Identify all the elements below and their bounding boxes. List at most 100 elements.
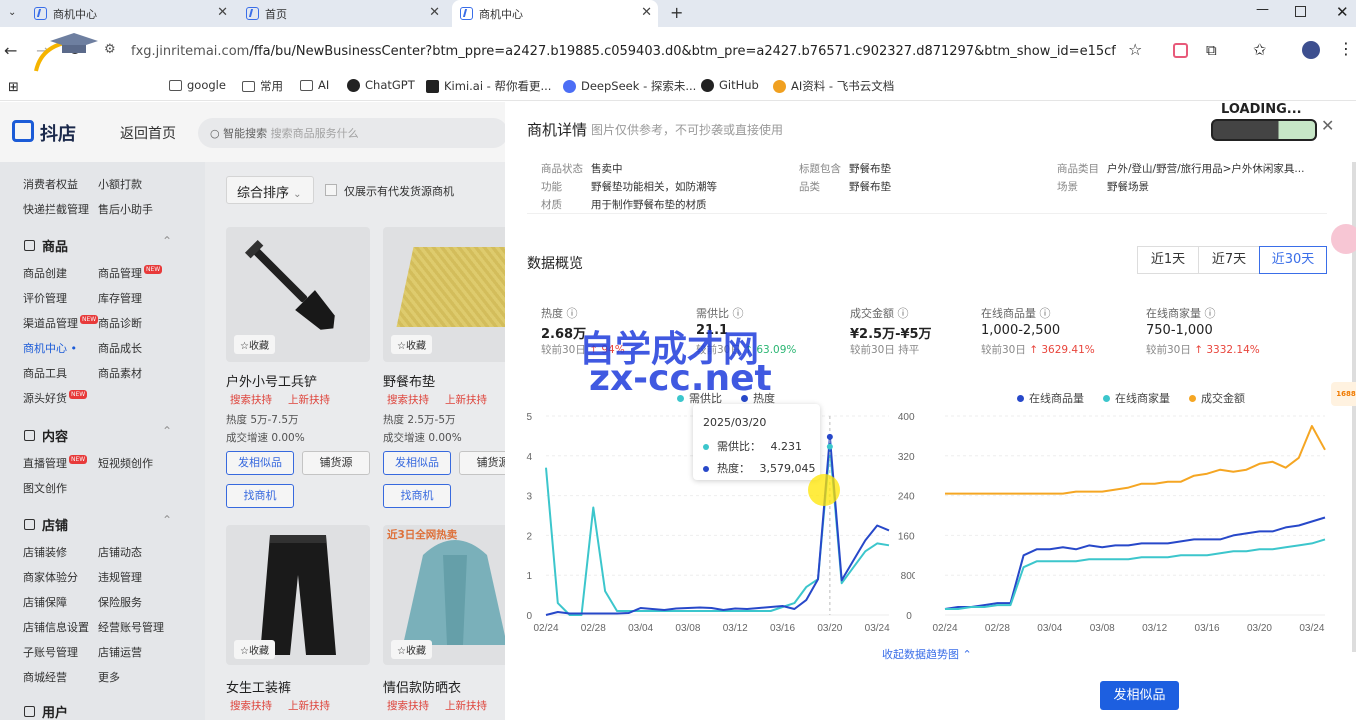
info-icon: ⓘ [898,307,909,320]
x-tick-label: 03/08 [675,623,700,634]
github-icon [701,79,714,92]
overview-title: 数据概览 [527,253,583,273]
range-7-days[interactable]: 近7天 [1198,246,1260,274]
bookmark-ai[interactable]: AI [300,78,329,92]
tab-search-icon[interactable]: ⌄ [8,7,20,19]
profile-avatar[interactable] [1302,41,1320,59]
menu-icon[interactable]: ⋮ [1338,39,1354,58]
x-tick-label: 02/28 [985,623,1010,634]
collapse-trend-link[interactable]: 收起数据趋势图 ⌃ [882,646,972,662]
browser-tab-bar: ⌄ 商机中心 ✕ 首页 ✕ 商机中心 ✕ + — ✕ [0,0,1356,27]
deepseek-icon [563,80,576,93]
url-host: fxg.jinritemai.com [131,44,249,59]
y-tick-label-right: 800 [901,571,915,582]
info-value: 售卖中 [591,161,623,176]
x-tick-label: 02/28 [581,623,606,634]
alibaba-1688-icon[interactable]: 1688 [1331,382,1356,406]
y-tick-label-left: 0 [526,611,532,622]
info-value: 野餐垫功能相关，如防潮等 [591,179,717,194]
legend-swatch [741,395,748,402]
panel-title: 商机详情 [527,119,587,140]
x-tick-label: 03/04 [628,623,653,634]
maximize-icon[interactable] [1295,6,1306,17]
info-value: 用于制作野餐布垫的材质 [591,197,707,212]
back-icon[interactable]: ← [4,41,17,60]
ai-assistant-float-icon[interactable] [1331,224,1356,254]
favorites-icon[interactable]: ✩ [1253,40,1266,59]
bookmark-feishu[interactable]: AI资料 - 飞书云文档 [773,78,894,94]
url-path: /ffa/bu/NewBusinessCenter?btm_ppre=a2427… [249,44,1116,59]
info-label: 场景 [1057,179,1078,194]
bookmark-star-icon[interactable]: ☆ [1128,40,1142,59]
modal-backdrop[interactable] [0,102,505,720]
apps-grid-icon[interactable]: ⊞ [8,80,19,95]
bookmark-kimi[interactable]: Kimi.ai - 帮你看更... [426,78,551,94]
address-bar: ← → ↻ ⚙ fxg.jinritemai.com/ffa/bu/NewBus… [0,27,1356,74]
browser-tab-3-active[interactable]: 商机中心 ✕ [452,0,658,27]
close-panel-icon[interactable]: ✕ [1321,116,1334,135]
legend-swatch [1103,395,1110,402]
metric-compare: 较前30日 ↑ 63.09% [696,342,796,357]
info-icon: ⓘ [733,307,744,320]
loading-badge: LOADING... [1211,102,1317,150]
close-tab-icon[interactable]: ✕ [641,5,652,20]
bookmark-common[interactable]: 常用 [242,78,283,94]
minimize-icon[interactable]: — [1256,2,1269,17]
loading-text: LOADING... [1211,102,1317,117]
metric-compare: 较前30日 持平 [850,342,919,357]
publish-similar-button[interactable]: 发相似品 [1100,681,1179,710]
x-tick-label: 03/12 [723,623,748,634]
info-label: 材质 [541,197,562,212]
x-tick-label: 03/24 [1299,623,1324,634]
legend-swatch [1189,395,1196,402]
folder-icon [242,81,255,92]
x-tick-label: 03/16 [1195,623,1220,634]
x-tick-label: 03/12 [1142,623,1167,634]
info-label: 商品状态 [541,161,583,176]
range-30-days[interactable]: 近30天 [1259,246,1327,274]
tooltip-date: 2025/03/20 [703,416,766,429]
range-1-day[interactable]: 近1天 [1137,246,1199,274]
info-value: 户外/登山/野营/旅行用品>户外休闲家具... [1107,161,1312,176]
close-window-icon[interactable]: ✕ [1336,3,1349,21]
url-field[interactable]: fxg.jinritemai.com/ffa/bu/NewBusinessCen… [131,44,1116,59]
metric-compare: 较前30日 ↑ 3332.14% [1146,342,1260,357]
bookmark-deepseek[interactable]: DeepSeek - 探索未... [563,78,696,94]
chart-tooltip: 2025/03/20 需供比： 4.231 热度： 3,579,045 [693,404,820,480]
new-tab-icon[interactable]: + [670,3,683,22]
opportunity-detail-panel: 商机详情 图片仅供参考，不可抄袭或直接使用 LOADING... ✕ 商品状态 … [505,102,1356,720]
y-tick-label-right: 2400 [898,492,915,503]
shop-favicon-icon [34,7,47,20]
y-tick-label-left: 2 [526,531,532,542]
site-info-icon[interactable]: ⚙ [104,42,116,57]
page: 抖店 返回首页 ○ 智能搜索 搜索商品服务什么 消费者权益 小额打款 快递拦截管… [0,102,1356,720]
close-tab-icon[interactable]: ✕ [429,5,440,20]
mouse-cursor-highlight [808,474,840,506]
bookmark-chatgpt[interactable]: ChatGPT [347,78,415,92]
x-tick-label: 03/08 [1090,623,1115,634]
extension-red-icon[interactable] [1173,43,1188,58]
loading-bar [1211,119,1317,141]
info-icon: ⓘ [567,307,578,320]
y-tick-label-left: 1 [526,571,532,582]
x-tick-label: 02/24 [533,623,558,634]
info-value: 野餐布垫 [849,161,891,176]
panel-subtitle: 图片仅供参考，不可抄袭或直接使用 [591,121,783,138]
series-line [945,426,1325,494]
metric-value: 2.68万 [541,323,586,342]
y-tick-label-right: 1600 [898,531,915,542]
y-tick-label-left: 3 [526,492,532,503]
bookmark-google[interactable]: google [169,78,226,92]
extensions-puzzle-icon[interactable]: ⧉ [1206,41,1217,59]
info-label: 品类 [799,179,820,194]
browser-tab-2[interactable]: 首页 ✕ [240,0,446,27]
close-tab-icon[interactable]: ✕ [217,5,228,20]
browser-tab-1[interactable]: 商机中心 ✕ [28,0,234,27]
bookmark-github[interactable]: GitHub [701,78,759,92]
chevron-up-icon: ⌃ [963,648,972,661]
y-tick-label-right: 3200 [898,452,915,463]
info-icon: ⓘ [1205,307,1216,320]
trend-chart-online-goods[interactable]: 02/2402/2803/0403/0803/1203/1603/2003/24 [925,402,1335,637]
x-tick-label: 03/24 [865,623,890,634]
bookmarks-bar: ⊞ google 常用 AI ChatGPT Kimi.ai - 帮你看更...… [0,74,1356,101]
